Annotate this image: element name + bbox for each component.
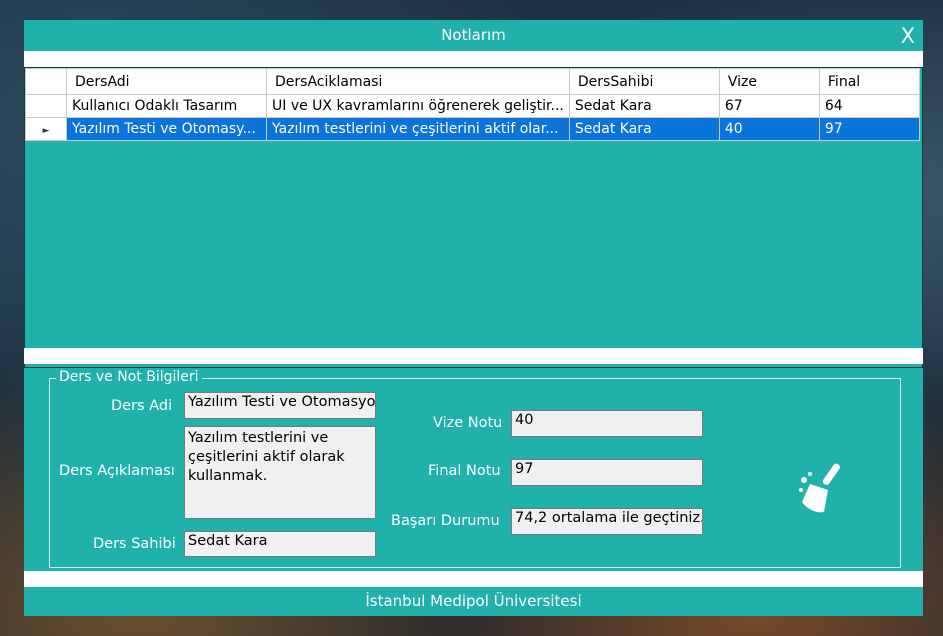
table-cell[interactable]: 64: [818, 94, 920, 118]
table-cell[interactable]: Sedat Kara: [568, 117, 720, 141]
notes-grid[interactable]: DersAdi DersAciklamasi DersSahibi Vize F…: [24, 67, 923, 368]
table-cell[interactable]: 67: [718, 94, 820, 118]
main-window: Notlarım X DersAdi DersAciklamasi DersSa…: [24, 20, 923, 616]
ders-aciklamasi-label: Ders Açıklaması: [59, 463, 175, 479]
column-header[interactable]: DersAdi: [66, 68, 267, 95]
table-cell[interactable]: Sedat Kara: [568, 94, 720, 118]
basari-durumu-field[interactable]: 74,2 ortalama ile geçtiniz.: [511, 508, 703, 535]
basari-durumu-label: Başarı Durumu: [391, 513, 500, 529]
table-cell[interactable]: 97: [818, 117, 920, 141]
window-title: Notlarım: [441, 26, 506, 44]
details-groupbox-title: Ders ve Not Bilgileri: [56, 369, 202, 385]
table-cell[interactable]: Kullanıcı Odaklı Tasarım: [66, 94, 267, 118]
vize-notu-label: Vize Notu: [433, 415, 503, 431]
ders-adi-field[interactable]: Yazılım Testi ve Otomasyo: [184, 392, 376, 419]
footer-text: İstanbul Medipol Üniversitesi: [365, 592, 582, 610]
middle-divider: [24, 348, 923, 364]
ders-aciklamasi-field[interactable]: Yazılım testlerini ve çeşitlerini aktif …: [184, 426, 376, 519]
table-cell[interactable]: UI ve UX kavramlarını öğrenerek geliştir…: [266, 94, 570, 118]
table-row[interactable]: Kullanıcı Odaklı Tasarım UI ve UX kavram…: [25, 94, 920, 118]
notes-table: DersAdi DersAciklamasi DersSahibi Vize F…: [25, 68, 920, 141]
column-header[interactable]: DersAciklamasi: [266, 68, 570, 95]
table-cell[interactable]: Yazılım Testi ve Otomasy...: [66, 117, 267, 141]
row-header[interactable]: ►: [25, 117, 67, 141]
table-header-row: DersAdi DersAciklamasi DersSahibi Vize F…: [25, 68, 920, 95]
ders-sahibi-label: Ders Sahibi: [93, 536, 176, 552]
final-notu-field[interactable]: 97: [511, 459, 703, 486]
table-cell[interactable]: Yazılım testlerini ve çeşitlerini aktif …: [266, 117, 570, 141]
vize-notu-field[interactable]: 40: [511, 410, 703, 437]
ders-sahibi-field[interactable]: Sedat Kara: [184, 531, 376, 557]
title-bar: Notlarım X: [24, 20, 923, 51]
column-header[interactable]: Vize: [718, 68, 820, 95]
column-header[interactable]: DersSahibi: [568, 68, 720, 95]
row-header-corner: [25, 68, 67, 95]
current-row-arrow-icon: ►: [42, 126, 50, 136]
close-button[interactable]: X: [901, 20, 915, 51]
row-header[interactable]: [25, 94, 67, 118]
column-header[interactable]: Final: [818, 68, 920, 95]
table-row-selected[interactable]: ► Yazılım Testi ve Otomasy... Yazılım te…: [25, 117, 920, 141]
final-notu-label: Final Notu: [428, 463, 501, 479]
top-divider: [24, 51, 923, 67]
bottom-divider: [24, 571, 923, 587]
broom-icon[interactable]: [798, 460, 850, 516]
ders-adi-label: Ders Adi: [111, 398, 173, 414]
table-cell[interactable]: 40: [718, 117, 820, 141]
